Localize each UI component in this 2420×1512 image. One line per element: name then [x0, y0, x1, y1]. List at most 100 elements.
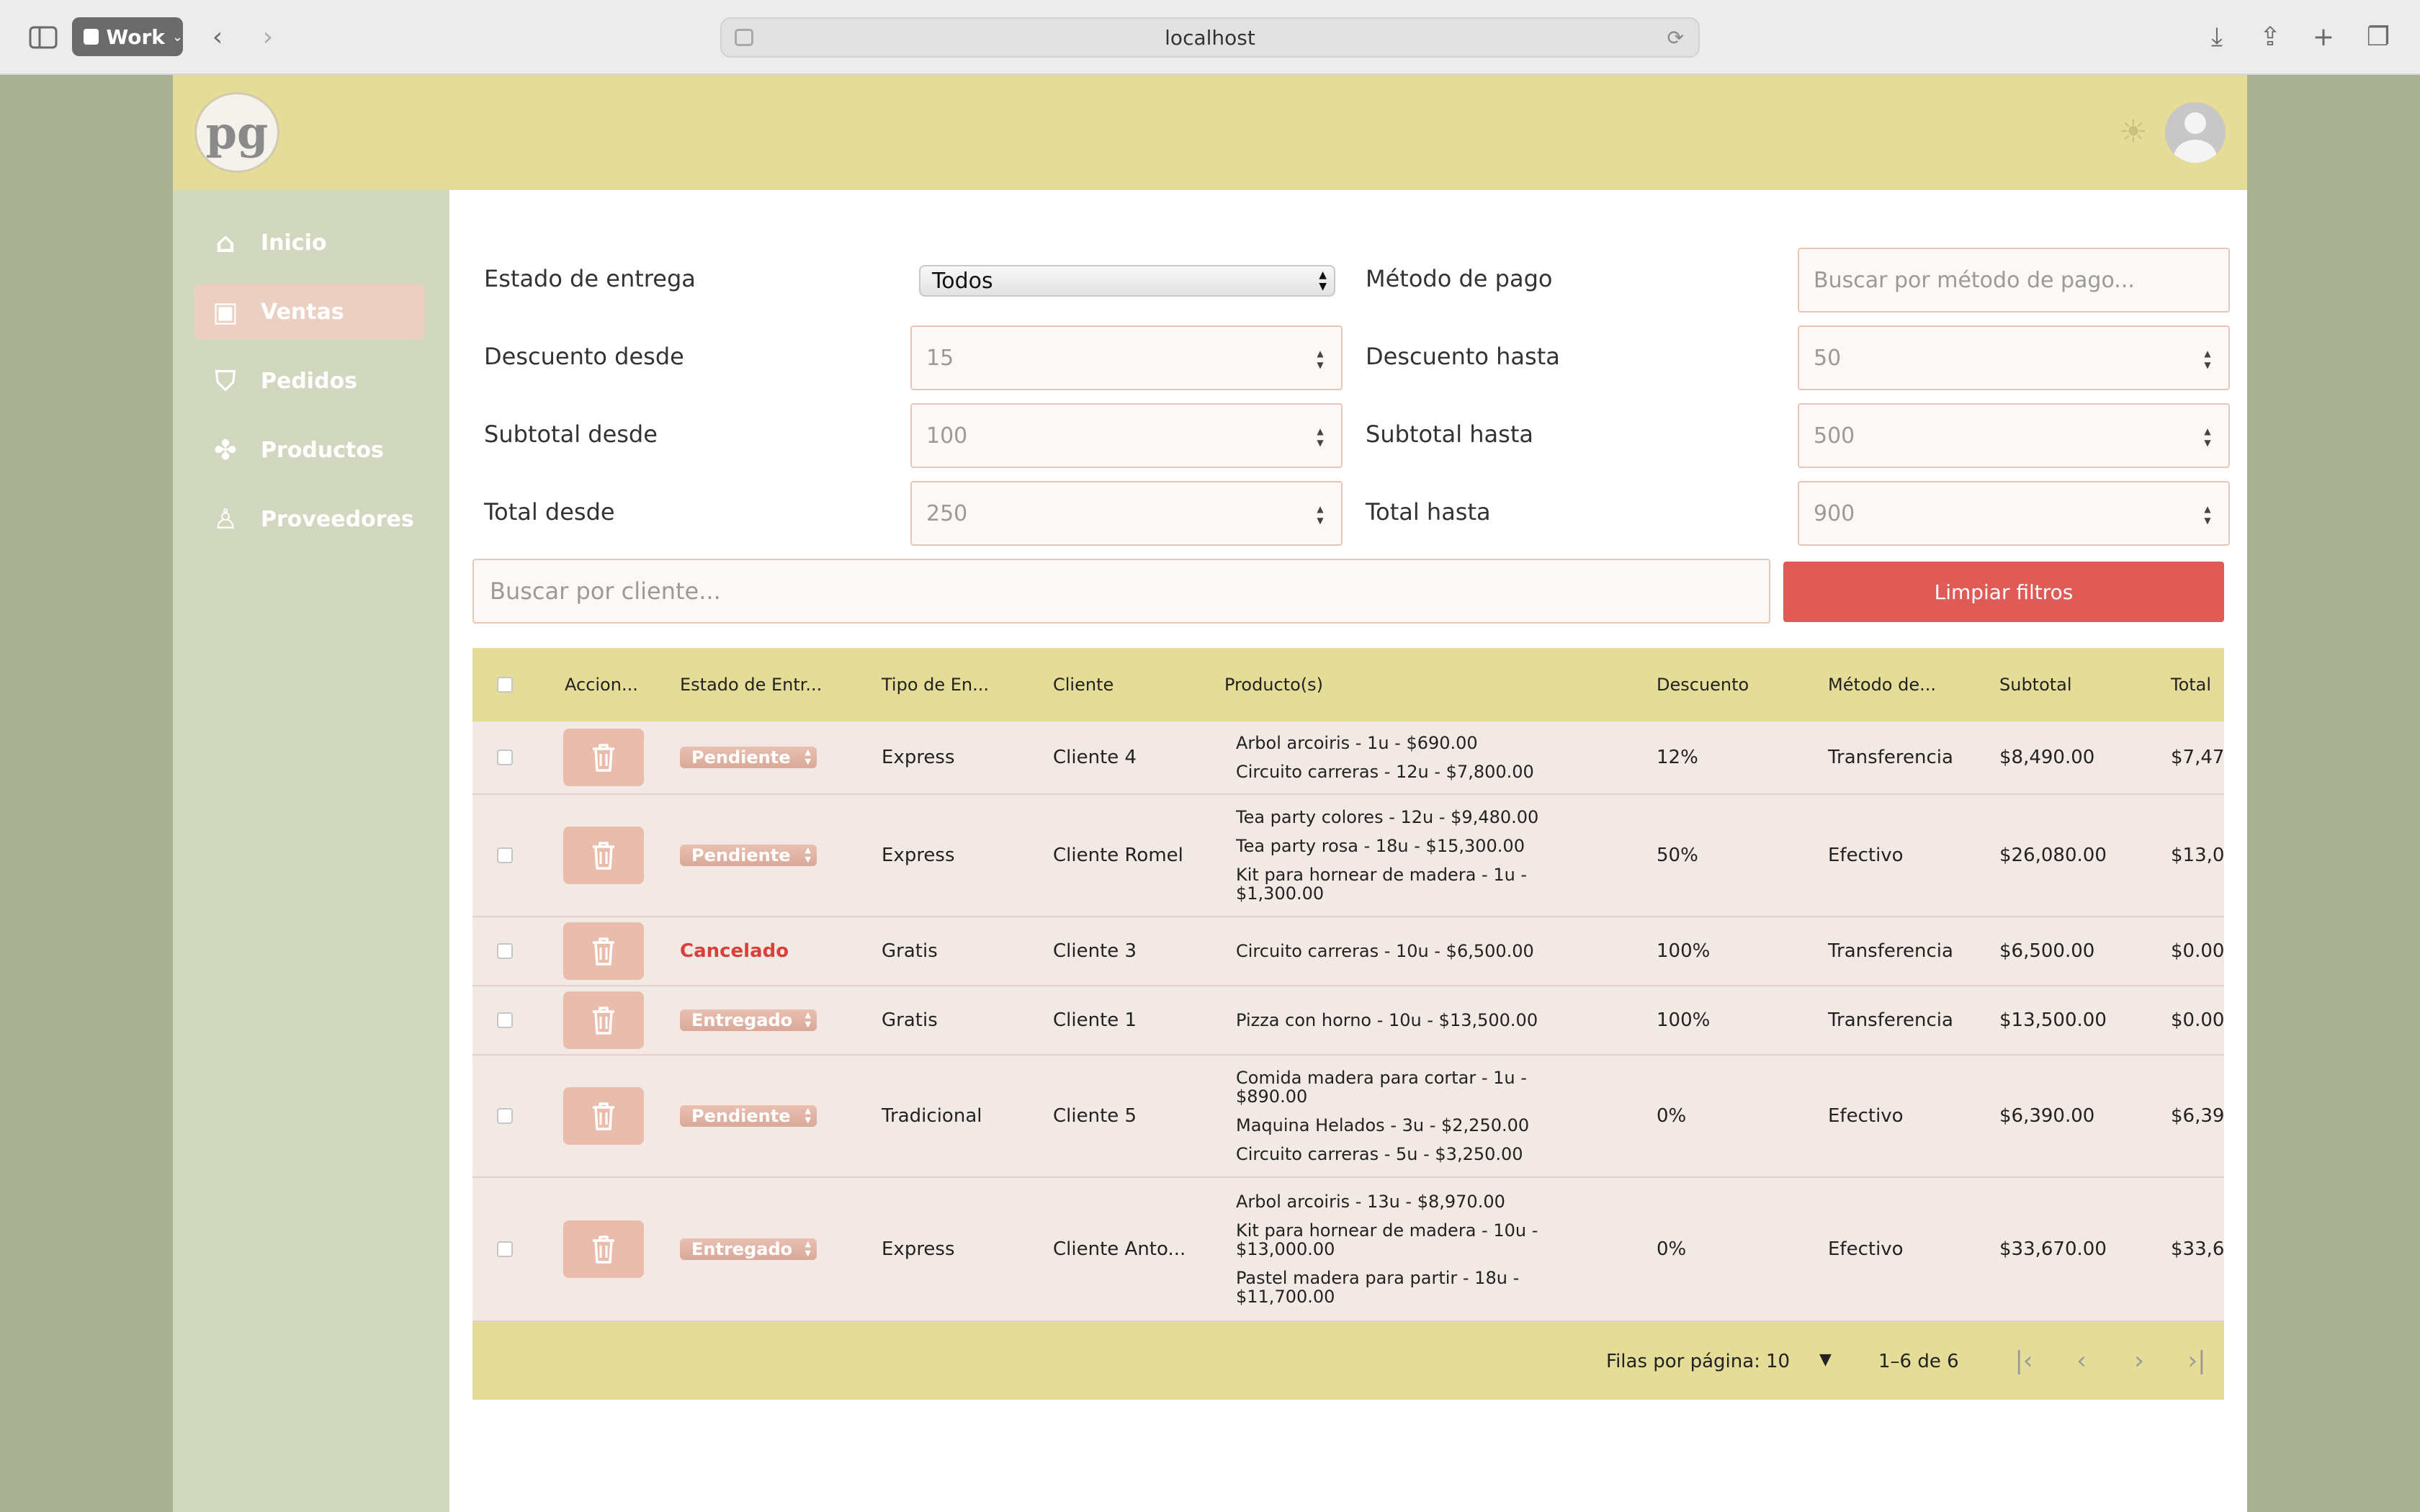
delete-button[interactable]: [563, 795, 644, 916]
sidebar-item-inicio[interactable]: ⌂ Inicio: [194, 215, 425, 271]
estado-select[interactable]: Pendiente ▲ ▼: [680, 1056, 817, 1176]
chevron-left-icon[interactable]: ‹: [200, 20, 235, 55]
column-header[interactable]: Subtotal: [1999, 648, 2072, 721]
delete-button[interactable]: [563, 1056, 644, 1176]
previous-page-icon[interactable]: ‹: [2064, 1344, 2099, 1378]
producto-item: Arbol arcoiris - 1u - $690.00: [1236, 733, 1478, 753]
delete-button[interactable]: [563, 986, 644, 1054]
delete-button[interactable]: [563, 1178, 644, 1320]
first-page-icon[interactable]: |‹: [2007, 1344, 2041, 1378]
user-avatar-icon[interactable]: [2165, 102, 2226, 163]
profile-button[interactable]: Work ⌄: [72, 17, 183, 56]
tipo-entrega-cell: Tradicional: [882, 1105, 982, 1127]
column-header[interactable]: Descuento: [1657, 648, 1749, 721]
total-desde-input[interactable]: 250 ▲ ▼: [910, 481, 1343, 546]
select-arrows-icon: ▲ ▼: [805, 1106, 811, 1125]
select-all-checkbox[interactable]: [497, 648, 513, 721]
trash-icon: [563, 729, 644, 786]
metodo-pago-label: Método de pago: [1366, 265, 1553, 292]
descuento-hasta-input[interactable]: 50 ▲ ▼: [1798, 325, 2230, 390]
productos-cell: Arbol arcoiris - 1u - $690.00 Circuito ca…: [1236, 721, 1553, 793]
sidebar-toggle-icon[interactable]: [26, 20, 60, 55]
row-checkbox[interactable]: [497, 1178, 513, 1320]
tipo-entrega-cell: Express: [882, 747, 955, 768]
table-row: Cancelado Gratis Cliente 3 Circuito carrera…: [472, 917, 2224, 986]
stepper-icon[interactable]: ▲ ▼: [2202, 348, 2213, 370]
descuento-cell: 12%: [1657, 747, 1698, 768]
row-checkbox[interactable]: [497, 1056, 513, 1176]
table-row: Pendiente ▲ ▼ Tradicional Cliente 5 Comida ma…: [472, 1056, 2224, 1178]
descuento-desde-input[interactable]: 15 ▲ ▼: [910, 325, 1343, 390]
stepper-icon[interactable]: ▲ ▼: [1315, 426, 1325, 448]
row-checkbox[interactable]: [497, 986, 513, 1054]
clear-filters-button[interactable]: Limpiar filtros: [1783, 562, 2224, 622]
sidebar-item-label: Pedidos: [261, 368, 358, 394]
metodo-pago-cell: Efectivo: [1828, 845, 1904, 866]
estado-select-box: Entregado ▲ ▼: [680, 1238, 817, 1260]
column-header[interactable]: Accion...: [565, 648, 638, 721]
estado-value: Entregado: [691, 1239, 793, 1259]
estado-select[interactable]: Entregado ▲ ▼: [680, 1178, 817, 1320]
address-bar[interactable]: localhost ⟳: [720, 17, 1700, 58]
stepper-icon[interactable]: ▲ ▼: [2202, 426, 2213, 448]
total-cell: $0.00: [2171, 1009, 2224, 1031]
row-checkbox[interactable]: [497, 917, 513, 985]
delete-button[interactable]: [563, 721, 644, 793]
estado-value: Entregado: [691, 1010, 793, 1030]
total-cell: $7,471.20: [2171, 747, 2224, 768]
cliente-search-input[interactable]: Buscar por cliente...: [472, 559, 1770, 624]
sidebar-item-productos[interactable]: ✤ Productos: [194, 422, 425, 478]
caret-down-icon[interactable]: ▼: [1819, 1351, 1832, 1369]
url-text: localhost: [1165, 25, 1255, 50]
chevron-right-icon[interactable]: ›: [251, 20, 285, 55]
logo[interactable]: pg: [194, 92, 279, 173]
logo-text: pg: [205, 106, 269, 159]
productos-cell: Pizza con horno - 10u - $13,500.00: [1236, 986, 1553, 1054]
cliente-cell: Cliente Anto...: [1053, 1238, 1186, 1260]
column-header[interactable]: Estado de Entr...: [680, 648, 822, 721]
metodo-pago-cell: Transferencia: [1828, 747, 1953, 768]
trash-icon: [563, 1220, 644, 1278]
subtotal-cell: $6,390.00: [1999, 1105, 2095, 1127]
column-header[interactable]: Tipo de En...: [882, 648, 989, 721]
delete-button[interactable]: [563, 917, 644, 985]
subtotal-hasta-input[interactable]: 500 ▲ ▼: [1798, 403, 2230, 468]
stepper-icon[interactable]: ▲ ▼: [1315, 348, 1325, 370]
translate-reload-icon[interactable]: ⟳: [1667, 26, 1684, 50]
producto-item: Arbol arcoiris - 13u - $8,970.00: [1236, 1192, 1505, 1212]
sidebar-item-pedidos[interactable]: ⛉ Pedidos: [194, 353, 425, 409]
site-settings-icon[interactable]: [735, 29, 753, 46]
share-icon[interactable]: ⇪: [2253, 20, 2287, 55]
column-header[interactable]: Producto(s): [1224, 648, 1323, 721]
cliente-cell: Cliente Romel: [1053, 845, 1183, 866]
column-header[interactable]: Cliente: [1053, 648, 1113, 721]
subtotal-desde-input[interactable]: 100 ▲ ▼: [910, 403, 1343, 468]
tipo-entrega-cell: Express: [882, 1238, 955, 1260]
estado-select[interactable]: Pendiente ▲ ▼: [680, 721, 817, 793]
estado-select[interactable]: Entregado ▲ ▼: [680, 986, 817, 1054]
last-page-icon[interactable]: ›|: [2179, 1344, 2214, 1378]
total-hasta-input[interactable]: 900 ▲ ▼: [1798, 481, 2230, 546]
download-icon[interactable]: ⤓: [2200, 20, 2234, 55]
briefcase-icon: [84, 29, 99, 45]
estado-select[interactable]: Pendiente ▲ ▼: [680, 795, 817, 916]
metodo-pago-input[interactable]: Buscar por método de pago...: [1798, 248, 2230, 312]
tabs-overview-icon[interactable]: ❐: [2361, 20, 2396, 55]
total-cell: $6,390.00: [2171, 1105, 2224, 1127]
row-checkbox[interactable]: [497, 795, 513, 916]
producto-item: Tea party colores - 12u - $9,480.00: [1236, 807, 1539, 827]
column-header[interactable]: Método de...: [1828, 648, 1936, 721]
plus-icon[interactable]: +: [2306, 20, 2341, 55]
stepper-icon[interactable]: ▲ ▼: [2202, 504, 2213, 526]
row-checkbox[interactable]: [497, 721, 513, 793]
rows-per-page-select[interactable]: 10: [1766, 1351, 1790, 1372]
next-page-icon[interactable]: ›: [2122, 1344, 2156, 1378]
estado-entrega-select[interactable]: Todos ▲ ▼: [919, 265, 1335, 297]
stepper-icon[interactable]: ▲ ▼: [1315, 504, 1325, 526]
sidebar: ⌂ Inicio ▣ Ventas ⛉ Pedidos ✤ Productos …: [173, 190, 449, 1512]
estado-select-box: Pendiente ▲ ▼: [680, 747, 817, 768]
sun-icon[interactable]: ☀: [2118, 117, 2149, 148]
column-header[interactable]: Total: [2171, 648, 2211, 721]
sidebar-item-ventas[interactable]: ▣ Ventas: [194, 284, 425, 340]
sidebar-item-proveedores[interactable]: ♙ Proveedores: [194, 491, 425, 547]
